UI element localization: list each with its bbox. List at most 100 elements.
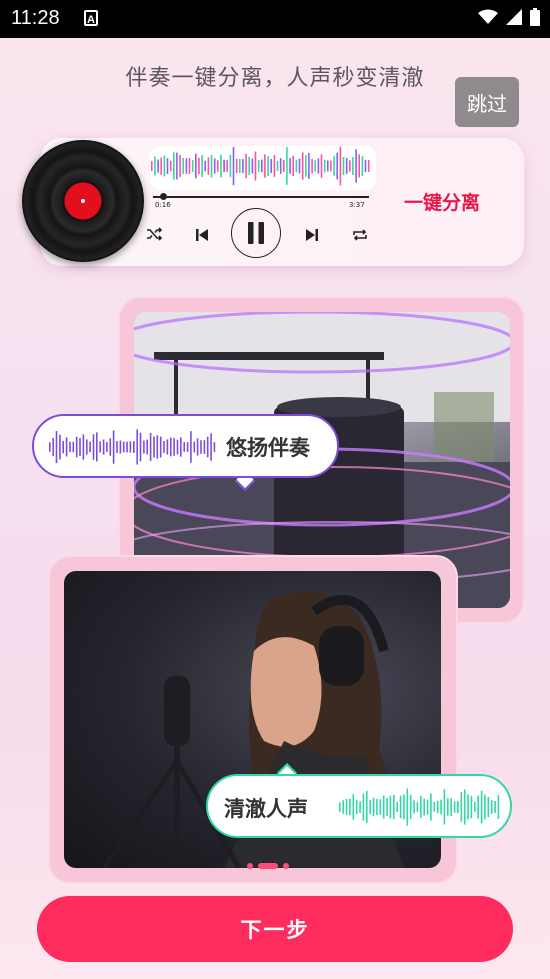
waveform-bar (355, 800, 358, 814)
shuffle-button[interactable] (146, 226, 162, 242)
progress-handle[interactable] (160, 193, 167, 200)
waveform-bar (420, 796, 422, 818)
waveform-bar (301, 152, 304, 180)
accompaniment-label: 悠扬伴奏 (226, 436, 310, 460)
waveform-bar (257, 160, 260, 172)
time-current: 0:16 (155, 201, 171, 209)
waveform-bar (207, 157, 210, 175)
waveform-bar (261, 159, 263, 173)
waveform-bar (226, 159, 228, 172)
waveform-bar (49, 442, 51, 452)
waveform-bar (295, 159, 298, 173)
waveform-bar (369, 800, 371, 814)
page-dot[interactable] (247, 863, 253, 869)
waveform-bar (450, 798, 452, 816)
waveform-bar (352, 157, 354, 175)
waveform-bar (126, 441, 128, 453)
pagination-dots (247, 863, 289, 869)
time-total: 3:37 (349, 201, 365, 209)
waveform-bar (342, 800, 344, 814)
repeat-button[interactable] (351, 226, 369, 244)
waveform-bar (355, 149, 357, 183)
waveform-bar (92, 434, 95, 460)
purple-waveform-icon (49, 429, 216, 465)
waveform-bar (86, 439, 88, 455)
waveform-bar (382, 795, 385, 819)
status-bar: 11:28 A (0, 0, 550, 38)
waveform-bar (480, 790, 483, 824)
waveform-bar (345, 158, 348, 174)
waveform-bar (190, 431, 192, 463)
next-step-button[interactable]: 下一步 (37, 896, 513, 962)
waveform-bar (136, 429, 138, 465)
waveform-bar (196, 438, 199, 456)
page-dot[interactable] (283, 863, 289, 869)
waveform-bar (251, 158, 254, 174)
waveform-bar (413, 800, 415, 814)
waveform-bar (176, 439, 179, 455)
waveform-bar (323, 159, 326, 173)
waveform-bar (248, 156, 250, 176)
waveform-bar (82, 434, 85, 460)
progress-track[interactable] (153, 196, 369, 198)
waveform-bar (339, 146, 342, 186)
waveform-bar (423, 798, 425, 816)
waveform-bar (362, 793, 365, 821)
waveform-bar (195, 153, 197, 179)
green-waveform-icon (339, 788, 500, 826)
waveform-bar (166, 439, 169, 455)
waveform-bar (311, 158, 313, 174)
waveform-bar (342, 156, 345, 176)
waveform-bar (470, 795, 473, 819)
previous-icon (196, 229, 208, 241)
waveform-bar (210, 433, 212, 461)
waveform-bar (166, 158, 169, 174)
waveform-bar (403, 794, 405, 820)
waveform-bar (119, 440, 122, 454)
pause-button[interactable] (231, 208, 281, 258)
waveform-bar (279, 158, 282, 174)
waveform-bar (220, 154, 222, 178)
waveform-bar (443, 789, 446, 825)
waveform-bar (477, 795, 479, 819)
waveform-bar (330, 160, 332, 172)
waveform-bar (393, 794, 395, 819)
next-track-button[interactable] (303, 226, 321, 244)
page-dot-active[interactable] (258, 863, 278, 869)
battery-icon (530, 8, 540, 26)
waveform-bar (146, 439, 148, 455)
one-click-split-label: 一键分离 (404, 192, 481, 214)
waveform-bar (273, 155, 276, 177)
waveform-bar (336, 152, 338, 180)
waveform-bar (170, 437, 172, 457)
waveform-bar (223, 159, 225, 173)
waveform-bar (426, 799, 429, 815)
waveform-bar (457, 801, 459, 813)
waveform-bar (213, 158, 216, 174)
waveform-bar (406, 788, 409, 826)
waveform-bar (143, 440, 145, 454)
waveform-bar (96, 432, 98, 462)
waveform-bar (305, 155, 307, 177)
skip-button[interactable]: 跳过 (455, 77, 519, 127)
waveform-bar (213, 442, 216, 452)
waveform-bar (191, 160, 194, 172)
waveform-bar (358, 154, 360, 178)
waveform-bar (180, 437, 182, 457)
waveform-bar (235, 158, 238, 174)
waveform-bar (89, 441, 91, 453)
waveform-bar (173, 438, 175, 456)
waveform-bar (163, 155, 166, 177)
waveform-bar (460, 792, 463, 822)
waveform-bar (484, 794, 486, 820)
waveform-bar (210, 154, 213, 178)
waveform-bar (308, 153, 310, 179)
waveform-bar (176, 152, 178, 180)
shuffle-icon (147, 227, 162, 241)
waveform-bar (372, 797, 375, 817)
waveform-bar (198, 157, 200, 175)
previous-button[interactable] (193, 226, 211, 244)
waveform-bar (364, 159, 367, 173)
waveform-bar (487, 796, 490, 818)
waveform-bar (367, 160, 370, 172)
